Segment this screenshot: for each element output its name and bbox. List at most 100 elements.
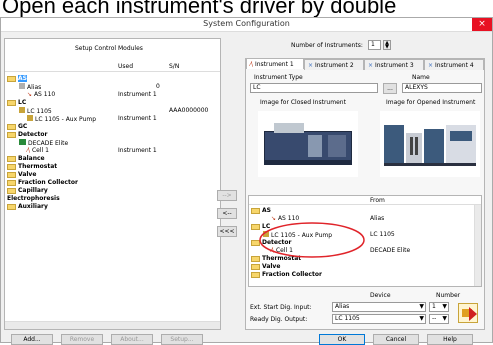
move-right-button[interactable]: --> [217,190,237,201]
folder-icon [7,75,16,82]
as110-from: Alias [370,215,385,222]
tree-item-valve[interactable]: Valve [7,171,36,178]
lc1105-sn: AAA0000000 [169,107,209,114]
number-spinner[interactable]: ▲ ▼ [383,40,391,50]
cell1-from: DECADE Elite [370,247,411,254]
number-label: Number [436,292,461,299]
tree-item-lc1105[interactable]: LC 1105 [19,107,52,115]
folder-icon [7,179,16,186]
tab-instrument-2[interactable]: × Instrument 2 [304,59,364,70]
closed-instrument-image[interactable] [258,111,358,177]
browse-button[interactable]: ... [383,83,397,94]
number-of-instruments-label: Number of Instruments: [291,42,363,49]
tab-instrument-3[interactable]: × Instrument 3 [364,59,424,70]
folder-icon [7,99,16,106]
chevron-down-icon: ▼ [442,303,447,310]
probe-icon: ↘ [27,91,33,98]
ext-start-label: Ext. Start Dig. Input: [250,304,312,311]
close-tab-icon: × [368,62,374,69]
tree-item-capillary[interactable]: Capillary Electrophoresis [7,187,77,203]
ok-button[interactable]: OK [319,334,365,345]
close-button[interactable]: × [472,18,492,31]
system-configuration-window: System Configuration × Setup Control Mod… [0,17,493,345]
remove-button[interactable]: Remove [61,334,103,345]
lc1105-pump-used: Instrument 1 [118,115,157,122]
folder-icon [7,163,16,170]
instrument-tabs-panel: ⁄\ Instrument 1 × Instrument 2 × Instrum… [245,58,485,330]
opened-instrument-image[interactable] [380,111,480,177]
about-button[interactable]: About... [111,334,153,345]
number-of-instruments-field[interactable]: 1 [368,40,381,50]
tree-item-fraction-collector[interactable]: Fraction Collector [7,179,78,186]
chevron-down-icon: ▼ [419,303,424,310]
list-scrollbar[interactable] [474,205,481,286]
tree-item-decade-elite[interactable]: DECADE Elite [19,139,68,147]
tree-item-lc1105-aux-pump[interactable]: LC 1105 - Aux Pump [27,115,96,123]
tab-instrument-1[interactable]: ⁄\ Instrument 1 [246,58,304,69]
move-left-button[interactable]: <-- [217,208,237,219]
tree-item-cell1[interactable]: ⁄\ Cell 1 [27,147,49,154]
folder-icon [7,131,16,138]
list-item-fraction-collector[interactable]: Fraction Collector [251,271,322,278]
folder-icon [7,155,16,162]
instrument-type-label: Instrument Type [254,74,303,81]
ready-output-number-select[interactable]: -- ▼ [429,314,449,324]
add-button[interactable]: Add... [11,334,53,345]
close-tab-icon: × [308,62,314,69]
tree-item-lc[interactable]: LC [7,99,26,106]
tree-item-as[interactable]: AS [7,75,27,82]
instrument-module-list[interactable]: From AS ↘ AS 110 Alias LC LC 1105 - Aux … [248,195,482,287]
setup-button[interactable]: Setup... [161,334,203,345]
cell-icon: ⁄\ [27,147,31,154]
tree-item-alias[interactable]: Alias [19,83,41,91]
column-used: Used [118,63,134,70]
window-title: System Configuration [203,19,290,28]
module-icon [19,83,25,89]
column-sn: S/N [169,63,180,70]
as110-used: Instrument 1 [118,91,157,98]
title-bar: System Configuration × [1,18,492,32]
tree-item-thermostat[interactable]: Thermostat [7,163,57,170]
setup-modules-header: Setup Control Modules [75,45,143,52]
pump-icon [27,115,33,121]
tree-item-detector[interactable]: Detector [7,131,48,138]
cancel-button[interactable]: Cancel [373,334,419,345]
device-label: Device [370,292,391,299]
instrument-icon: ⁄\ [250,61,254,68]
highlight-ellipse [259,222,365,258]
chevron-down-icon: ▼ [419,315,424,322]
list-item-valve[interactable]: Valve [251,263,280,270]
ext-start-device-select[interactable]: Alias ▼ [332,302,426,312]
folder-icon [7,123,16,130]
alias-used: 0 [156,83,160,90]
from-column-header: From [370,197,385,204]
tree-item-auxiliary[interactable]: Auxiliary [7,203,48,210]
name-label: Name [412,74,430,81]
cell1-used: Instrument 1 [118,147,157,154]
tree-item-gc[interactable]: GC [7,123,27,130]
tree-item-as110[interactable]: ↘ AS 110 [27,91,55,98]
connection-icon[interactable] [458,303,478,323]
chevron-down-icon: ▼ [442,315,447,322]
pump-icon [19,107,25,113]
lc1105-from: LC 1105 [370,231,395,238]
folder-icon [7,171,16,178]
ready-output-device-select[interactable]: LC 1105 ▼ [332,314,426,324]
name-field[interactable]: ALEXYS [402,83,482,93]
detector-icon [19,139,26,145]
help-button[interactable]: Help [427,334,473,345]
move-all-left-button[interactable]: <<< [217,226,237,237]
folder-icon [7,203,16,210]
folder-icon [7,187,16,194]
instrument-type-field[interactable]: LC [250,83,378,93]
horizontal-scrollbar[interactable] [5,321,220,329]
close-tab-icon: × [428,62,434,69]
tree-item-balance[interactable]: Balance [7,155,45,162]
list-item-as[interactable]: AS [251,207,271,214]
tab-instrument-4[interactable]: × Instrument 4 [424,59,484,70]
ext-start-number-select[interactable]: 1 ▼ [429,302,449,312]
folder-icon [251,271,260,278]
opened-image-label: Image for Opened Instrument [386,99,476,106]
folder-icon [251,263,260,270]
folder-icon [251,207,260,214]
